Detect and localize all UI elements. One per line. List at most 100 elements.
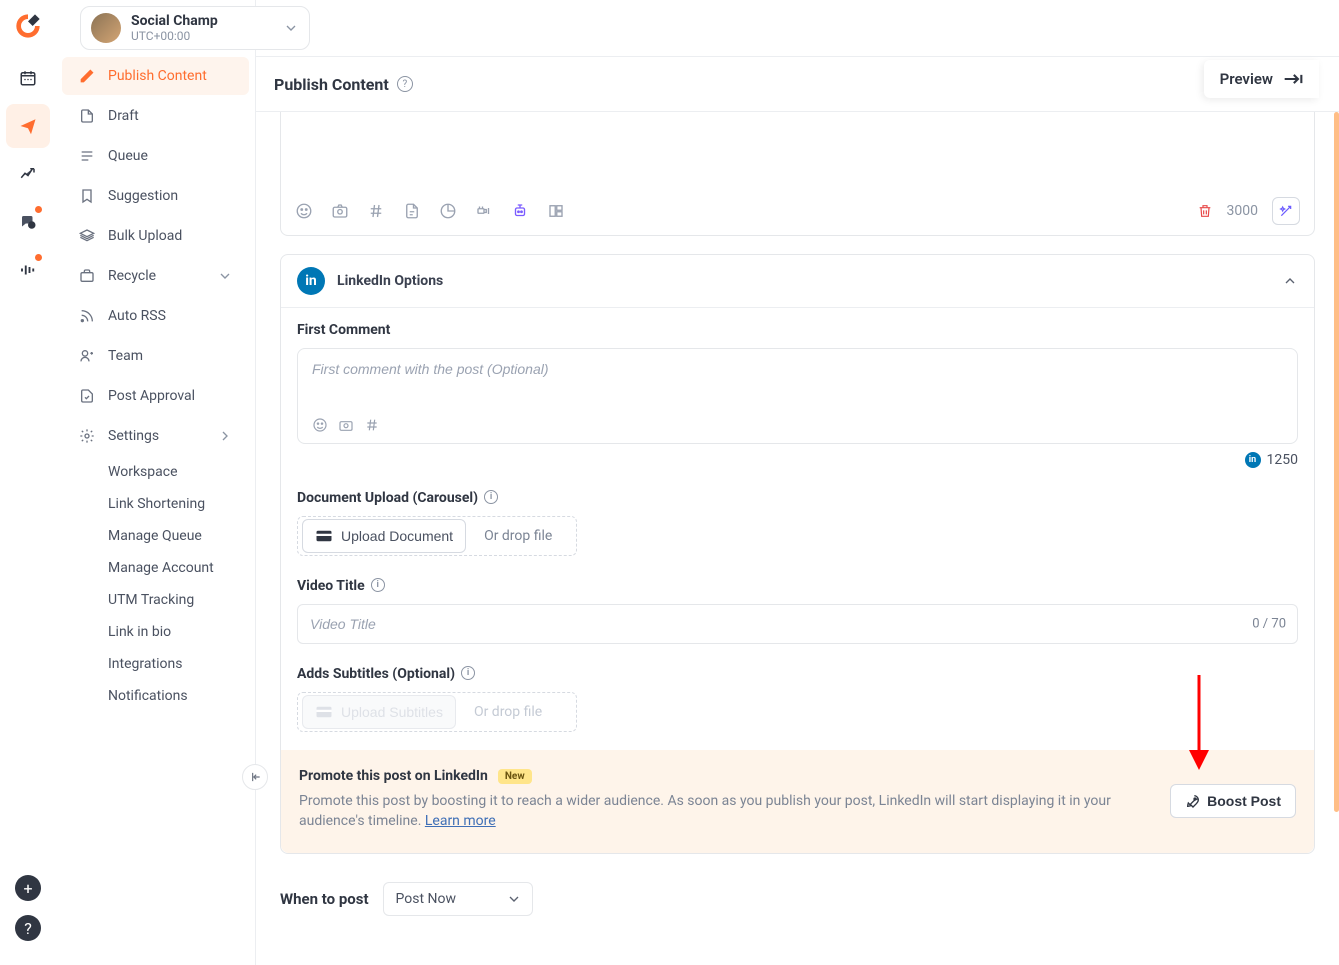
info-icon[interactable]: i xyxy=(484,490,498,504)
hashtag-icon[interactable] xyxy=(364,417,380,433)
card-icon xyxy=(315,529,333,543)
sidebar-item-label: Queue xyxy=(108,148,148,164)
sidebar-item-recycle[interactable]: Recycle xyxy=(62,257,249,295)
trash-icon[interactable] xyxy=(1197,203,1213,219)
page-title: Publish Content xyxy=(274,75,389,94)
video-title-count: 0 / 70 xyxy=(1252,617,1286,632)
collapse-icon xyxy=(248,770,262,784)
rail-analytics[interactable] xyxy=(6,152,50,196)
linkedin-icon: in xyxy=(297,267,325,295)
rail-conversations[interactable] xyxy=(6,200,50,244)
main-header: Publish Content ? xyxy=(256,56,1339,112)
upload-document-button[interactable]: Upload Document xyxy=(302,519,466,553)
workspace-name: Social Champ xyxy=(131,13,218,29)
emoji-icon[interactable] xyxy=(312,417,328,433)
linkedin-options-card: in LinkedIn Options First Comment xyxy=(280,254,1315,854)
preview-button[interactable]: Preview xyxy=(1204,60,1319,98)
magic-wand-icon xyxy=(1278,203,1294,219)
subtitles-label: Adds Subtitles (Optional) xyxy=(297,666,455,682)
subtitles-dropzone: Upload Subtitles Or drop file xyxy=(297,692,577,732)
sub-notifications[interactable]: Notifications xyxy=(98,680,255,712)
rail-calendar[interactable] xyxy=(6,56,50,100)
hashtag-icon[interactable] xyxy=(367,202,385,220)
doc-upload-dropzone[interactable]: Upload Document Or drop file xyxy=(297,516,577,556)
sidebar-item-label: Draft xyxy=(108,108,139,124)
video-title-input[interactable] xyxy=(297,604,1298,644)
nav: Publish Content Draft Queue Suggestion B… xyxy=(56,56,255,712)
preview-label: Preview xyxy=(1220,70,1273,88)
sub-manage-account[interactable]: Manage Account xyxy=(98,552,255,584)
first-comment-label: First Comment xyxy=(297,322,1298,338)
sidebar-item-label: Bulk Upload xyxy=(108,228,182,244)
linkedin-small-icon: in xyxy=(1245,452,1261,468)
rail-add-button[interactable]: + xyxy=(15,875,41,901)
sub-utm-tracking[interactable]: UTM Tracking xyxy=(98,584,255,616)
help-icon[interactable]: ? xyxy=(397,76,413,92)
first-comment-input[interactable] xyxy=(312,361,1283,377)
section-title: LinkedIn Options xyxy=(337,273,443,289)
sidebar-item-suggestion[interactable]: Suggestion xyxy=(62,177,249,215)
video-title-label: Video Title xyxy=(297,578,365,594)
document-icon[interactable] xyxy=(403,202,421,220)
camera-icon[interactable] xyxy=(331,202,349,220)
upload-subtitles-button: Upload Subtitles xyxy=(302,695,456,729)
sidebar-item-label: Recycle xyxy=(108,268,156,284)
icon-rail: + ? xyxy=(0,0,56,965)
info-icon[interactable]: i xyxy=(461,666,475,680)
boost-post-button[interactable]: Boost Post xyxy=(1170,784,1296,818)
sidebar-item-label: Auto RSS xyxy=(108,308,166,324)
learn-more-link[interactable]: Learn more xyxy=(425,813,496,829)
sub-manage-queue[interactable]: Manage Queue xyxy=(98,520,255,552)
sidebar-item-bulk-upload[interactable]: Bulk Upload xyxy=(62,217,249,255)
rail-publish[interactable] xyxy=(6,104,50,148)
emoji-icon[interactable] xyxy=(295,202,313,220)
sidebar-item-publish-content[interactable]: Publish Content xyxy=(62,57,249,95)
chevron-down-icon xyxy=(506,891,522,907)
rail-listening[interactable] xyxy=(6,248,50,292)
scroll-indicator[interactable] xyxy=(1334,112,1339,812)
magic-button[interactable] xyxy=(1272,197,1300,225)
chevron-right-icon xyxy=(217,428,233,444)
when-value: Post Now xyxy=(396,891,457,907)
content-area: 3000 in LinkedIn Options First Comment xyxy=(256,112,1339,965)
app-logo xyxy=(14,12,42,40)
drop-text: Or drop file xyxy=(460,704,542,720)
sidebar-item-label: Settings xyxy=(108,428,159,444)
chevron-down-icon xyxy=(217,268,233,284)
sidebar-item-auto-rss[interactable]: Auto RSS xyxy=(62,297,249,335)
sub-link-in-bio[interactable]: Link in bio xyxy=(98,616,255,648)
linkedin-options-header[interactable]: in LinkedIn Options xyxy=(281,255,1314,308)
collapse-sidebar-button[interactable] xyxy=(242,764,268,790)
sidebar-item-team[interactable]: Team xyxy=(62,337,249,375)
new-badge: New xyxy=(498,769,532,784)
plugin-icon[interactable] xyxy=(475,202,493,220)
sidebar-item-settings[interactable]: Settings xyxy=(62,417,249,455)
fc-char-count: 1250 xyxy=(1267,452,1298,468)
sidebar-item-label: Post Approval xyxy=(108,388,195,404)
doc-upload-label: Document Upload (Carousel) xyxy=(297,490,478,506)
sub-integrations[interactable]: Integrations xyxy=(98,648,255,680)
chevron-up-icon[interactable] xyxy=(1282,273,1298,289)
first-comment-box[interactable] xyxy=(297,348,1298,444)
when-select[interactable]: Post Now xyxy=(383,882,533,916)
sidebar-item-queue[interactable]: Queue xyxy=(62,137,249,175)
when-to-post-row: When to post Post Now xyxy=(280,882,1315,916)
promote-title: Promote this post on LinkedIn xyxy=(299,768,488,784)
chevron-down-icon xyxy=(283,20,299,36)
sidebar: Social Champ UTC+00:00 Publish Content D… xyxy=(56,0,256,965)
avatar xyxy=(91,13,121,43)
sidebar-item-post-approval[interactable]: Post Approval xyxy=(62,377,249,415)
composer-box[interactable]: 3000 xyxy=(280,112,1315,236)
info-icon[interactable]: i xyxy=(371,578,385,592)
sidebar-item-draft[interactable]: Draft xyxy=(62,97,249,135)
workspace-selector[interactable]: Social Champ UTC+00:00 xyxy=(80,6,310,50)
ai-icon[interactable] xyxy=(511,202,529,220)
sub-workspace[interactable]: Workspace xyxy=(98,456,255,488)
sidebar-item-label: Team xyxy=(108,348,143,364)
camera-icon[interactable] xyxy=(338,417,354,433)
sub-link-shortening[interactable]: Link Shortening xyxy=(98,488,255,520)
layout-icon[interactable] xyxy=(547,202,565,220)
rail-help-button[interactable]: ? xyxy=(15,915,41,941)
main: Publish Content ? Preview xyxy=(256,0,1339,965)
chart-icon[interactable] xyxy=(439,202,457,220)
